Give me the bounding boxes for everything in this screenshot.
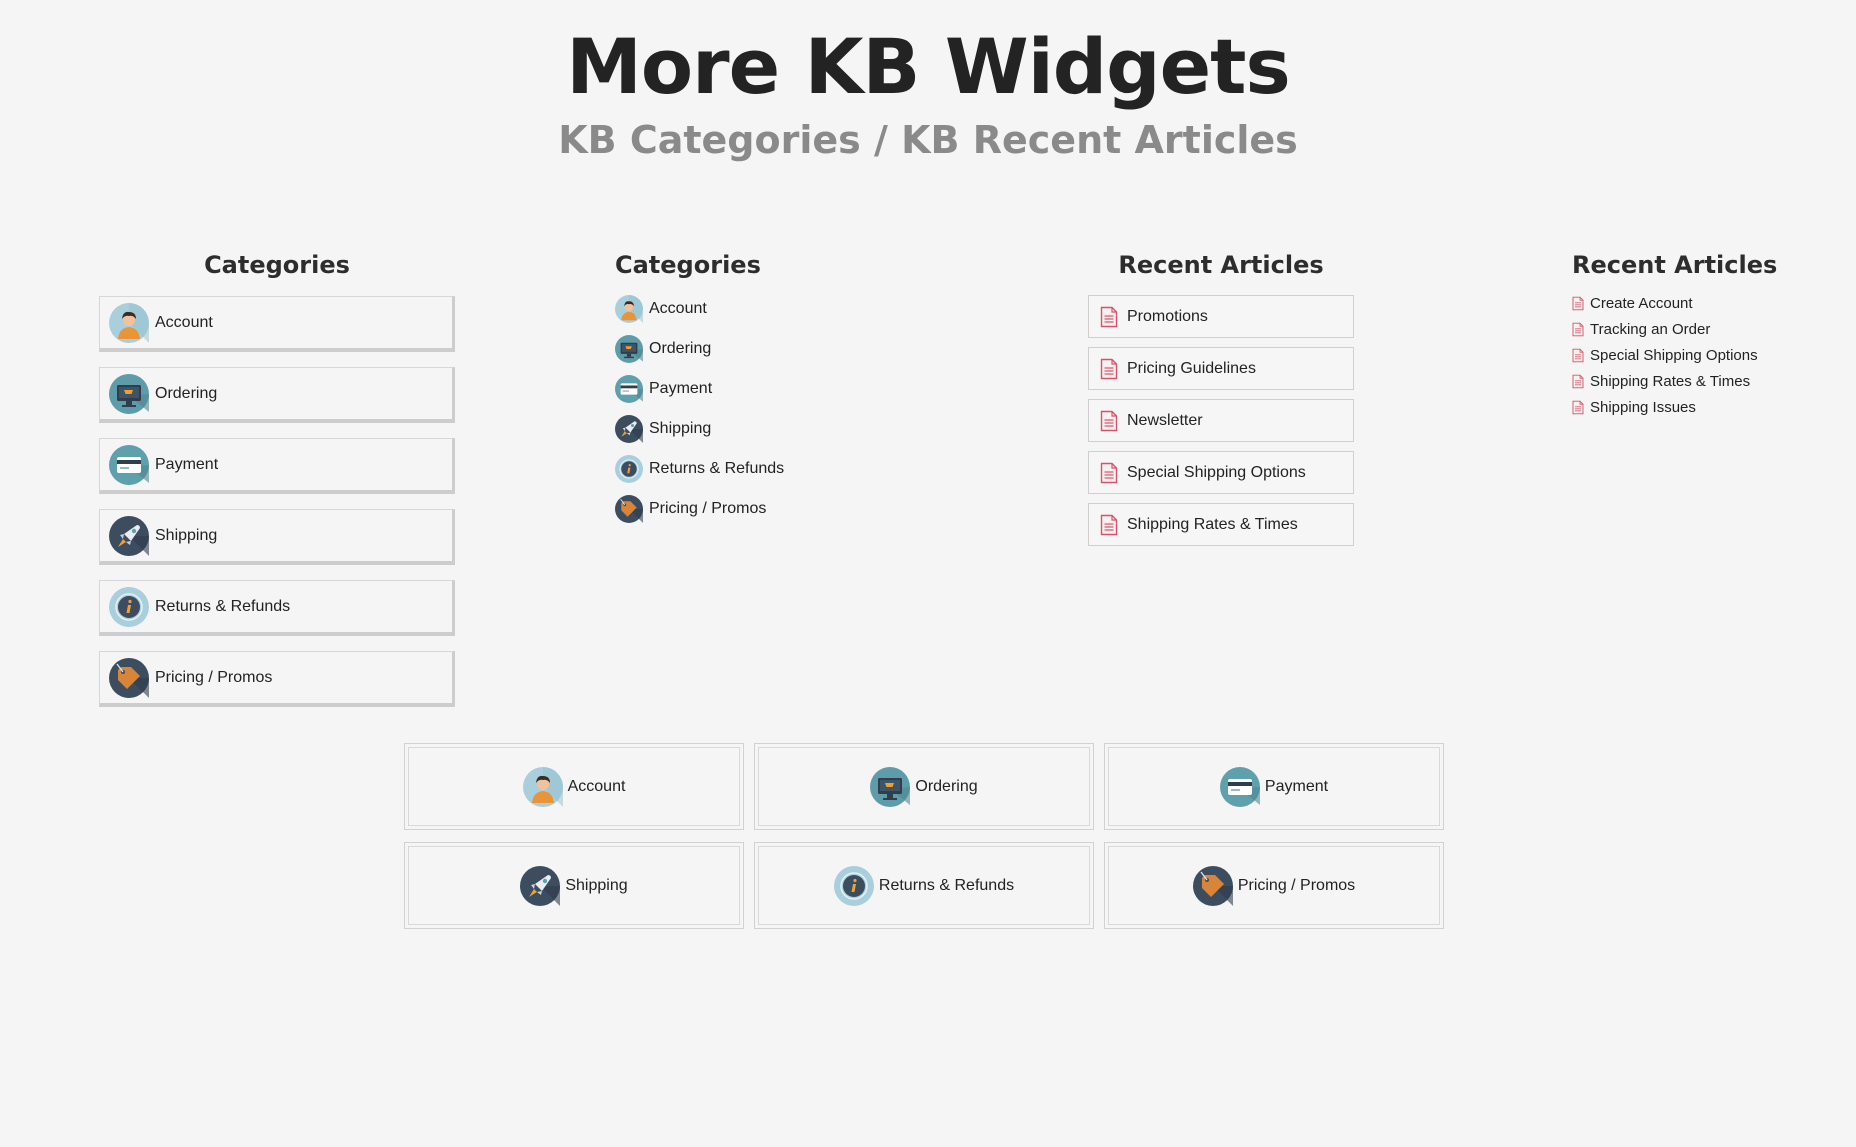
category-label: Ordering: [155, 384, 218, 402]
article-box[interactable]: Shipping Rates & Times: [1088, 503, 1354, 546]
category-label: Account: [155, 313, 213, 331]
categories-boxed-title: Categories: [204, 251, 350, 279]
category-label: Pricing / Promos: [649, 500, 767, 517]
pricing-icon: [1193, 866, 1233, 906]
category-label: Pricing / Promos: [155, 668, 273, 686]
document-icon: [1100, 410, 1118, 432]
category-link-shipping[interactable]: Shipping: [615, 413, 711, 445]
document-icon: [1100, 306, 1118, 328]
document-icon: [1572, 400, 1584, 415]
ordering-icon: [109, 374, 149, 414]
categories-list-title: Categories: [615, 251, 761, 279]
category-label: Pricing / Promos: [1237, 876, 1356, 894]
category-label: Returns & Refunds: [878, 876, 1015, 894]
category-tile-payment[interactable]: Payment: [1104, 743, 1444, 830]
article-label: Newsletter: [1127, 411, 1203, 429]
category-link-ordering[interactable]: Ordering: [615, 333, 711, 365]
article-label: Special Shipping Options: [1590, 346, 1758, 364]
category-box-ordering[interactable]: Ordering: [99, 367, 455, 423]
category-link-returns[interactable]: Returns & Refunds: [615, 453, 784, 485]
category-tile-account[interactable]: Account: [404, 743, 744, 830]
shipping-icon: [520, 866, 560, 906]
category-box-payment[interactable]: Payment: [99, 438, 455, 494]
category-tile-pricing[interactable]: Pricing / Promos: [1104, 842, 1444, 929]
category-label: Ordering: [915, 777, 978, 795]
article-label: Shipping Rates & Times: [1590, 372, 1751, 390]
article-label: Pricing Guidelines: [1127, 359, 1256, 377]
pricing-icon: [109, 658, 149, 698]
article-label: Special Shipping Options: [1127, 463, 1306, 481]
category-label: Payment: [649, 380, 713, 397]
returns-icon: [834, 866, 874, 906]
document-icon: [1100, 462, 1118, 484]
article-link[interactable]: Shipping Rates & Times: [1572, 370, 1750, 392]
article-label: Shipping Issues: [1590, 398, 1696, 416]
article-label: Tracking an Order: [1590, 320, 1711, 338]
payment-icon: [109, 445, 149, 485]
category-label: Account: [649, 300, 707, 317]
returns-icon: [109, 587, 149, 627]
returns-icon: [615, 455, 643, 483]
document-icon: [1572, 348, 1584, 363]
article-box[interactable]: Promotions: [1088, 295, 1354, 338]
category-tile-returns[interactable]: Returns & Refunds: [754, 842, 1094, 929]
ordering-icon: [615, 335, 643, 363]
document-icon: [1100, 514, 1118, 536]
payment-icon: [1220, 767, 1260, 807]
category-label: Account: [567, 777, 626, 795]
category-label: Shipping: [565, 876, 628, 894]
category-label: Shipping: [155, 526, 218, 544]
article-link[interactable]: Shipping Issues: [1572, 396, 1696, 418]
article-link[interactable]: Create Account: [1572, 292, 1693, 314]
document-icon: [1572, 322, 1584, 337]
category-label: Returns & Refunds: [155, 597, 291, 615]
article-box[interactable]: Newsletter: [1088, 399, 1354, 442]
page-title: More KB Widgets: [566, 22, 1290, 111]
article-box[interactable]: Special Shipping Options: [1088, 451, 1354, 494]
recent-boxed-title: Recent Articles: [1118, 251, 1324, 279]
category-tile-ordering[interactable]: Ordering: [754, 743, 1094, 830]
page-subtitle: KB Categories / KB Recent Articles: [558, 118, 1298, 162]
category-box-pricing[interactable]: Pricing / Promos: [99, 651, 455, 707]
article-label: Shipping Rates & Times: [1127, 515, 1298, 533]
article-box[interactable]: Pricing Guidelines: [1088, 347, 1354, 390]
account-icon: [523, 767, 563, 807]
account-icon: [109, 303, 149, 343]
pricing-icon: [615, 495, 643, 523]
shipping-icon: [109, 516, 149, 556]
category-box-account[interactable]: Account: [99, 296, 455, 352]
shipping-icon: [615, 415, 643, 443]
category-label: Payment: [1264, 777, 1329, 795]
category-box-returns[interactable]: Returns & Refunds: [99, 580, 455, 636]
category-label: Payment: [155, 455, 219, 473]
category-link-pricing[interactable]: Pricing / Promos: [615, 493, 766, 525]
category-tile-shipping[interactable]: Shipping: [404, 842, 744, 929]
article-label: Promotions: [1127, 307, 1208, 325]
category-link-payment[interactable]: Payment: [615, 373, 712, 405]
article-link[interactable]: Tracking an Order: [1572, 318, 1710, 340]
document-icon: [1572, 374, 1584, 389]
article-link[interactable]: Special Shipping Options: [1572, 344, 1758, 366]
category-link-account[interactable]: Account: [615, 293, 707, 325]
category-label: Returns & Refunds: [649, 460, 785, 477]
ordering-icon: [870, 767, 910, 807]
category-box-shipping[interactable]: Shipping: [99, 509, 455, 565]
account-icon: [615, 295, 643, 323]
category-label: Ordering: [649, 340, 712, 357]
document-icon: [1100, 358, 1118, 380]
document-icon: [1572, 296, 1584, 311]
recent-list-title: Recent Articles: [1572, 251, 1778, 279]
payment-icon: [615, 375, 643, 403]
category-label: Shipping: [649, 420, 712, 437]
article-label: Create Account: [1590, 294, 1693, 312]
